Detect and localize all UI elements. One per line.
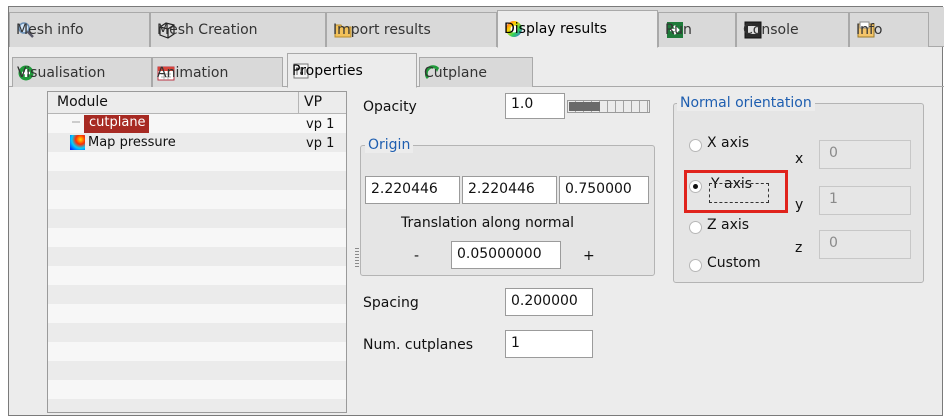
- column-header-vp[interactable]: VP: [304, 94, 322, 110]
- radio-x-axis[interactable]: [689, 139, 702, 152]
- main-window: Mesh info Mesh Creation Import results D…: [8, 6, 944, 416]
- module-list-header: Module VP: [48, 92, 346, 114]
- list-item[interactable]: Map pressure vp 1: [48, 133, 346, 153]
- opacity-label: Opacity: [363, 99, 417, 115]
- tab-mesh-creation[interactable]: Mesh Creation: [150, 12, 326, 47]
- module-vp: vp 1: [306, 117, 335, 132]
- tab-label: Info: [856, 22, 883, 38]
- cutplane-item-icon: [70, 116, 85, 131]
- module-name: cutplane: [84, 115, 149, 133]
- tab-label: Properties: [292, 62, 363, 79]
- opacity-field[interactable]: 1.0: [505, 93, 565, 119]
- tab-label: Run: [665, 22, 692, 38]
- radio-z-axis[interactable]: [689, 221, 702, 234]
- radio-z-axis-label[interactable]: Z axis: [707, 217, 749, 233]
- tab-label: Display results: [504, 21, 607, 37]
- normal-y-label: y: [795, 197, 804, 213]
- radio-x-axis-label[interactable]: X axis: [707, 135, 749, 151]
- highlight-annotation: [684, 170, 788, 213]
- origin-title: Origin: [365, 137, 414, 153]
- spacing-field[interactable]: 0.200000: [505, 288, 593, 316]
- sub-tab-bar: Visualisation Animation Properties Cutpl…: [9, 51, 944, 88]
- radio-custom-label[interactable]: Custom: [707, 255, 761, 271]
- splitter-handle[interactable]: [355, 248, 359, 268]
- origin-x-field[interactable]: 2.220446: [365, 176, 460, 204]
- tab-properties[interactable]: Properties: [287, 53, 417, 88]
- tab-label: Console: [743, 22, 799, 38]
- normal-z-label: z: [795, 240, 803, 256]
- list-background: [48, 114, 346, 412]
- tab-label: Visualisation: [17, 64, 106, 81]
- translation-label: Translation along normal: [401, 215, 575, 231]
- origin-z-field[interactable]: 0.750000: [559, 176, 649, 204]
- normal-x-field: 0: [819, 140, 911, 169]
- top-tab-bar: Mesh info Mesh Creation Import results D…: [9, 7, 944, 48]
- opacity-slider-fill: [569, 102, 600, 111]
- radio-custom[interactable]: [689, 259, 702, 272]
- module-vp: vp 1: [306, 136, 335, 151]
- normal-z-field: 0: [819, 230, 911, 259]
- list-item[interactable]: cutplane vp 1: [48, 114, 346, 134]
- tab-label: Animation: [157, 64, 229, 81]
- translation-minus-button[interactable]: -: [414, 248, 419, 264]
- tab-label: Cutplane: [424, 64, 487, 81]
- tab-visualisation[interactable]: Visualisation: [12, 57, 152, 87]
- translation-plus-button[interactable]: +: [583, 248, 595, 264]
- module-name: Map pressure: [88, 135, 176, 150]
- tab-animation[interactable]: Animation: [152, 57, 283, 87]
- module-list: Module VP cutplane vp 1 Map pressure vp …: [47, 91, 347, 413]
- tab-info[interactable]: Info: [849, 12, 929, 47]
- num-cutplanes-field[interactable]: 1: [505, 330, 593, 358]
- column-header-module[interactable]: Module: [57, 94, 108, 110]
- num-cutplanes-label: Num. cutplanes: [363, 337, 474, 353]
- tab-cutplane[interactable]: Cutplane: [419, 57, 533, 87]
- tab-display-results[interactable]: Display results: [497, 10, 658, 48]
- tab-import-results[interactable]: Import results: [326, 12, 497, 47]
- translation-step-field[interactable]: 0.05000000: [451, 241, 561, 269]
- tab-label: Mesh info: [16, 22, 84, 38]
- tab-run[interactable]: Run: [658, 12, 736, 47]
- tab-label: Import results: [333, 22, 431, 38]
- color-map-icon: [70, 135, 85, 150]
- spacing-label: Spacing: [363, 295, 419, 311]
- normal-x-label: x: [795, 151, 804, 167]
- normal-orientation-title: Normal orientation: [677, 95, 815, 111]
- column-separator: [298, 92, 299, 114]
- tab-mesh-info[interactable]: Mesh info: [9, 12, 150, 47]
- tab-label: Mesh Creation: [157, 22, 258, 38]
- normal-y-field: 1: [819, 186, 911, 215]
- tab-console[interactable]: Console: [736, 12, 849, 47]
- opacity-slider[interactable]: [567, 100, 650, 113]
- origin-y-field[interactable]: 2.220446: [462, 176, 557, 204]
